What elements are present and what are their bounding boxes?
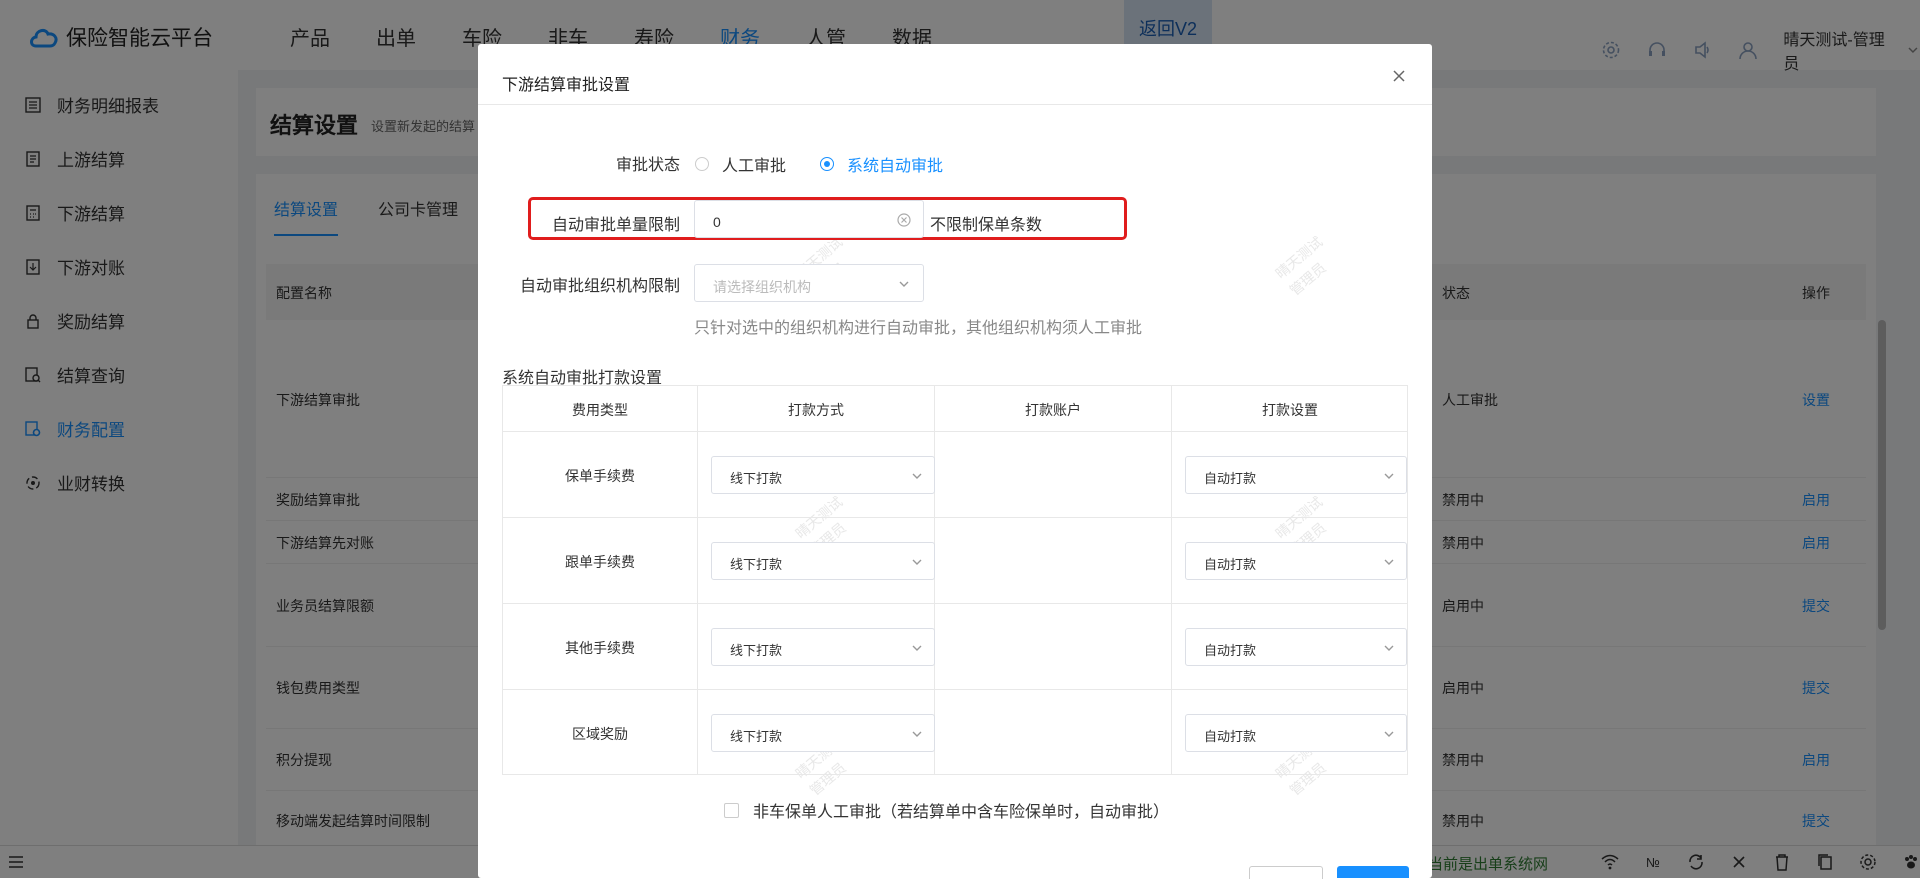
clear-input-icon[interactable] <box>897 213 911 227</box>
payment-setting-value: 自动打款 <box>1204 557 1257 572</box>
payment-method-select[interactable]: 线下打款 <box>711 542 935 580</box>
approval-status-label: 审批状态 <box>615 157 680 174</box>
nonauto-checkbox-label: 非车保单人工审批（若结算单中含车险保单时，自动审批） <box>753 804 1170 821</box>
col-payment-account: 打款账户 <box>1025 402 1081 418</box>
radio-circle <box>820 157 834 171</box>
payment-setting-select[interactable]: 自动打款 <box>1185 714 1407 752</box>
payment-setting-value: 自动打款 <box>1204 471 1257 486</box>
watermark: 晴天测试管理员 <box>1272 233 1329 299</box>
fee-type-cell: 区域奖励 <box>572 726 628 742</box>
org-select-placeholder: 请选择组织机构 <box>713 279 811 295</box>
payment-setting-value: 自动打款 <box>1204 729 1257 744</box>
payment-method-value: 线下打款 <box>730 729 783 744</box>
fee-type-cell: 跟单手续费 <box>565 554 635 570</box>
payment-setting-select[interactable]: 自动打款 <box>1185 456 1407 494</box>
modal-title: 下游结算审批设置 <box>502 77 631 94</box>
col-payment-setting: 打款设置 <box>1262 402 1318 418</box>
fee-type-cell: 其他手续费 <box>565 640 635 656</box>
col-fee-type: 费用类型 <box>572 402 628 418</box>
fee-type-cell: 保单手续费 <box>565 468 635 484</box>
radio-label: 系统自动审批 <box>847 158 944 175</box>
org-limit-hint: 只针对选中的组织机构进行自动审批，其他组织机构须人工审批 <box>694 320 1143 337</box>
cancel-button[interactable] <box>1249 866 1323 879</box>
payment-method-value: 线下打款 <box>730 471 783 486</box>
modal-close-icon[interactable] <box>1392 69 1406 83</box>
col-payment-method: 打款方式 <box>788 402 844 418</box>
radio-auto-approval[interactable]: 系统自动审批 <box>820 152 943 176</box>
payment-method-value: 线下打款 <box>730 557 783 572</box>
payment-setting-select[interactable]: 自动打款 <box>1185 542 1407 580</box>
payment-method-select[interactable]: 线下打款 <box>711 628 935 666</box>
limit-input-value: 0 <box>713 214 721 230</box>
radio-label: 人工审批 <box>722 158 787 175</box>
radio-circle <box>695 157 709 171</box>
org-limit-label: 自动审批组织机构限制 <box>519 278 680 295</box>
checkbox-box[interactable] <box>724 802 739 818</box>
limit-hint: 不限制保单条数 <box>930 217 1043 234</box>
radio-manual-approval[interactable]: 人工审批 <box>695 152 786 176</box>
payment-setting-select[interactable]: 自动打款 <box>1185 628 1407 666</box>
payment-method-select[interactable]: 线下打款 <box>711 456 935 494</box>
limit-label: 自动审批单量限制 <box>551 217 680 234</box>
confirm-button[interactable] <box>1337 866 1409 878</box>
payment-settings-table: 费用类型 打款方式 打款账户 打款设置 保单手续费 线下打款 自动打款 跟单手续费 线下… <box>502 385 1408 775</box>
org-select[interactable]: 请选择组织机构 <box>694 264 924 302</box>
payment-method-select[interactable]: 线下打款 <box>711 714 935 752</box>
payment-setting-value: 自动打款 <box>1204 643 1257 658</box>
payment-method-value: 线下打款 <box>730 643 783 658</box>
limit-input[interactable]: 0 <box>694 200 924 238</box>
nonauto-checkbox[interactable]: 非车保单人工审批（若结算单中含车险保单时，自动审批） <box>724 798 1169 822</box>
chevron-down-icon <box>899 281 909 287</box>
modal-header: 下游结算审批设置 <box>478 44 1432 105</box>
